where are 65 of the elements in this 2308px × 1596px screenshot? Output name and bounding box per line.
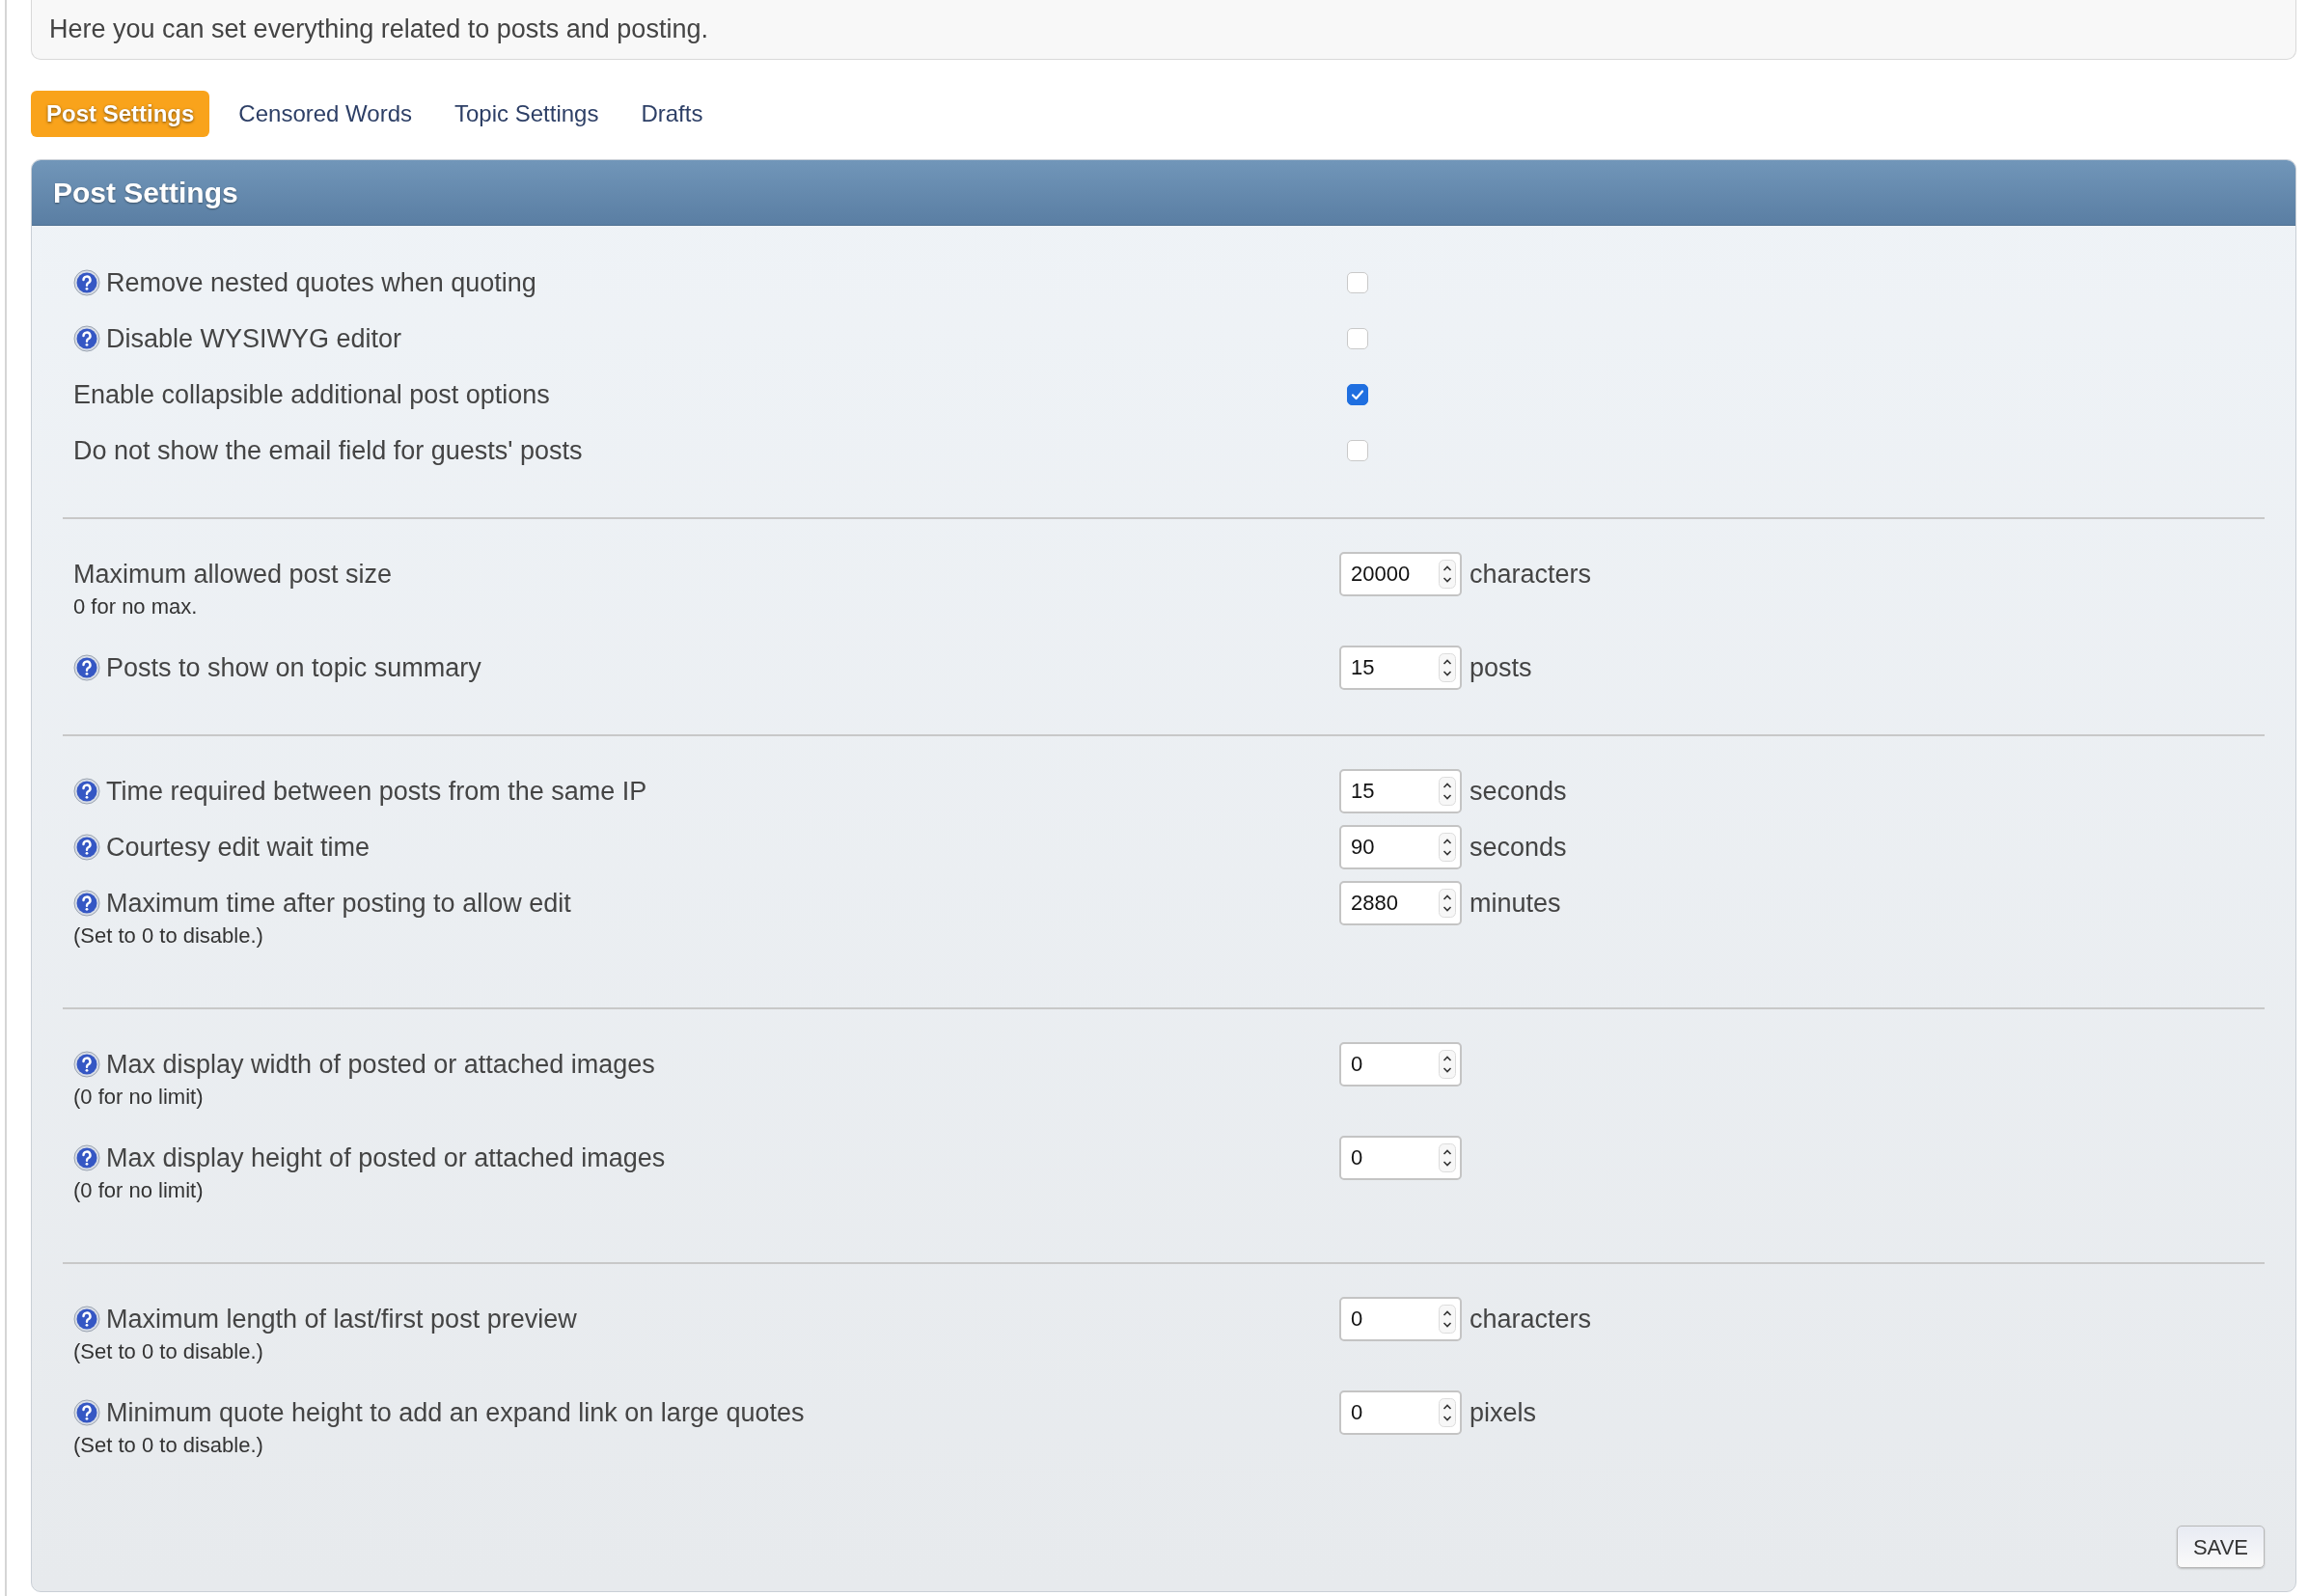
help-icon[interactable] (73, 269, 100, 296)
help-icon[interactable] (73, 890, 100, 917)
setting-label: Remove nested quotes when quoting (106, 266, 536, 299)
checkbox[interactable] (1347, 328, 1368, 349)
panel-title: Post Settings (53, 176, 238, 210)
setting-label: Posts to show on topic summary (106, 651, 481, 684)
setting-label: Maximum allowed post size (73, 558, 393, 591)
spinner-icon[interactable] (1439, 777, 1456, 806)
help-icon[interactable] (73, 1399, 100, 1426)
tab[interactable]: Topic Settings (437, 91, 617, 137)
setting-label: Maximum length of last/first post preview (106, 1303, 577, 1335)
setting-label: Enable collapsible additional post options (73, 378, 550, 411)
checkbox[interactable] (1347, 440, 1368, 461)
unit-label: pixels (1470, 1396, 1537, 1429)
number-field[interactable]: 2880 (1339, 881, 1462, 925)
help-icon[interactable] (73, 325, 100, 352)
spinner-icon[interactable] (1439, 560, 1456, 589)
help-icon[interactable] (73, 834, 100, 861)
unit-label: minutes (1470, 887, 1561, 920)
spinner-icon[interactable] (1439, 889, 1456, 918)
setting-note: (Set to 0 to disable.) (73, 1338, 263, 1365)
spinner-icon[interactable] (1439, 1143, 1456, 1172)
setting-note: (Set to 0 to disable.) (73, 922, 263, 949)
spinner-icon[interactable] (1439, 833, 1456, 862)
spinner-icon[interactable] (1439, 1050, 1456, 1079)
setting-note: (0 for no limit) (73, 1177, 204, 1204)
checkbox[interactable] (1347, 272, 1368, 293)
checkbox[interactable] (1347, 384, 1368, 405)
tab[interactable]: Drafts (623, 91, 721, 137)
number-field[interactable]: 0 (1339, 1390, 1462, 1435)
unit-label: seconds (1470, 831, 1567, 864)
setting-note: (Set to 0 to disable.) (73, 1432, 263, 1459)
setting-note: (0 for no limit) (73, 1084, 204, 1111)
setting-label: Max display height of posted or attached images (106, 1142, 666, 1174)
unit-label: seconds (1470, 775, 1567, 808)
number-field[interactable]: 0 (1339, 1297, 1462, 1341)
unit-label: characters (1470, 558, 1592, 591)
setting-label: Do not show the email field for guests' posts (73, 434, 583, 467)
number-field[interactable]: 15 (1339, 646, 1462, 690)
help-icon[interactable] (73, 1306, 100, 1333)
save-button[interactable]: SAVE (2176, 1526, 2265, 1568)
setting-label: Time required between posts from the same IP (106, 775, 647, 808)
help-icon[interactable] (73, 778, 100, 805)
setting-label: Maximum time after posting to allow edit (106, 887, 571, 920)
number-field[interactable]: 20000 (1339, 552, 1462, 596)
check-icon (1350, 387, 1365, 402)
spinner-icon[interactable] (1439, 1305, 1456, 1334)
number-field[interactable]: 90 (1339, 825, 1462, 869)
number-field[interactable]: 15 (1339, 769, 1462, 813)
intro-text: Here you can set everything related to posts and posting. (49, 14, 708, 46)
setting-note: 0 for no max. (73, 593, 198, 620)
spinner-icon[interactable] (1439, 1398, 1456, 1427)
help-icon[interactable] (73, 1144, 100, 1171)
setting-label: Disable WYSIWYG editor (106, 322, 402, 355)
tab[interactable]: Censored Words (221, 91, 429, 137)
unit-label: characters (1470, 1303, 1592, 1335)
number-field[interactable]: 0 (1339, 1136, 1462, 1180)
help-icon[interactable] (73, 654, 100, 681)
setting-label: Courtesy edit wait time (106, 831, 371, 864)
spinner-icon[interactable] (1439, 653, 1456, 682)
number-field[interactable]: 0 (1339, 1042, 1462, 1087)
help-icon[interactable] (73, 1051, 100, 1078)
unit-label: posts (1470, 651, 1532, 684)
setting-label: Max display width of posted or attached images (106, 1048, 655, 1081)
setting-label: Minimum quote height to add an expand link on large quotes (106, 1396, 805, 1429)
